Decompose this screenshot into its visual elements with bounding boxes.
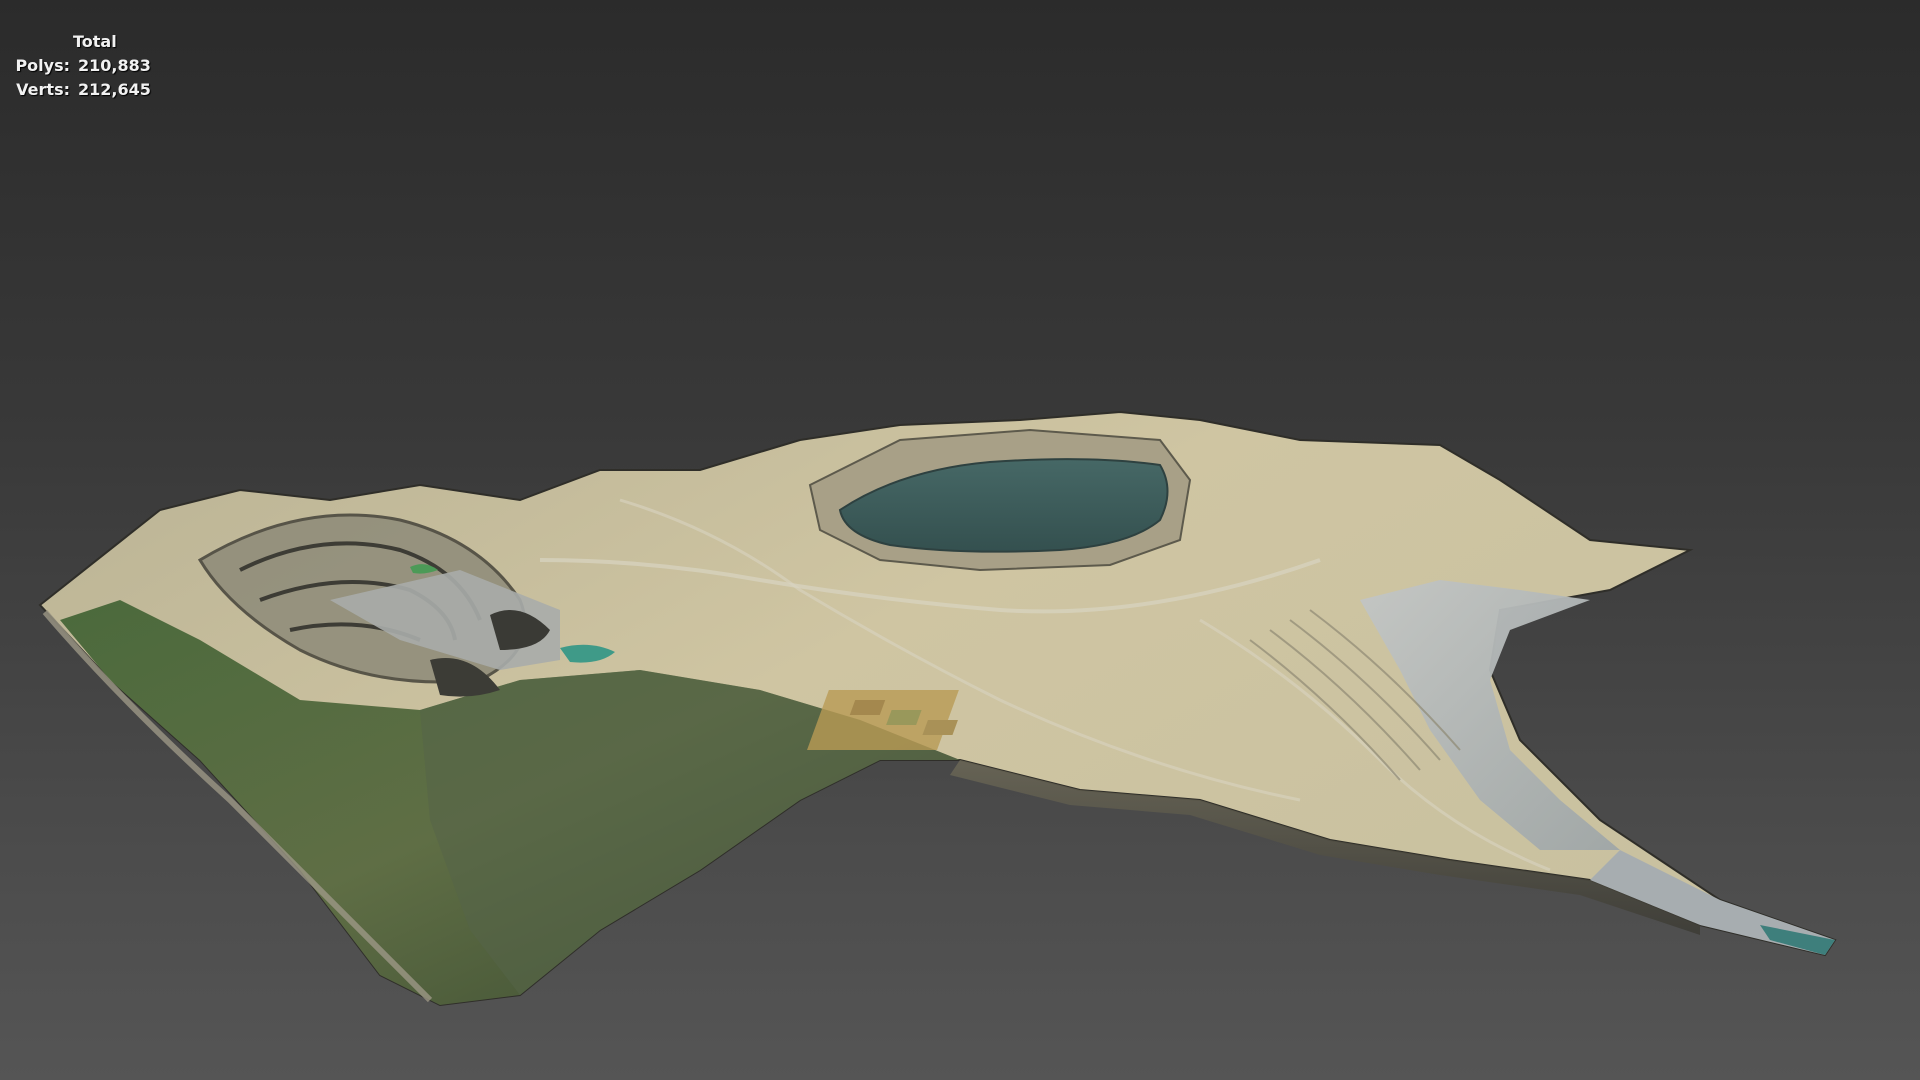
stats-title: Total [73,32,117,51]
verts-label: Verts: [16,80,70,99]
terrain-mesh[interactable] [0,0,1920,1080]
verts-row: Verts: 212,645 [12,78,151,102]
polys-label: Polys: [15,56,70,75]
verts-value: 212,645 [78,80,151,99]
polys-value: 210,883 [78,56,151,75]
3d-viewport[interactable]: Total Polys: 210,883 Verts: 212,645 [0,0,1920,1080]
leach-pad [807,690,959,750]
polys-row: Polys: 210,883 [12,54,151,78]
viewport-statistics: Total Polys: 210,883 Verts: 212,645 [12,30,151,102]
